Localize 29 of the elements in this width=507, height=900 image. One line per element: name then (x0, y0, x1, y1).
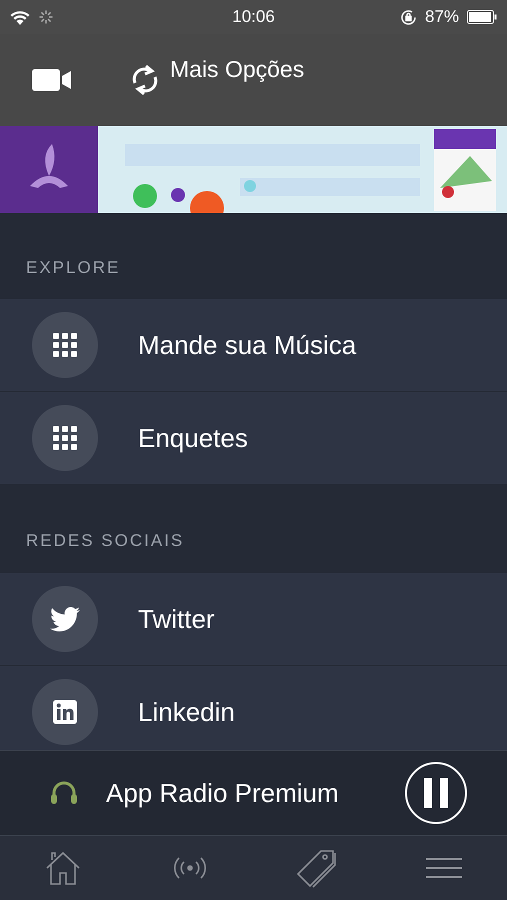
menu-item[interactable]: Twitter (0, 573, 507, 666)
pause-icon (424, 778, 448, 808)
battery-icon (467, 10, 498, 24)
menu-item-label: Enquetes (138, 422, 248, 454)
battery-percent: 87% (424, 7, 460, 27)
header-title: Mais Opções (170, 56, 304, 82)
tag-icon (296, 847, 338, 889)
menu-item[interactable]: Enquetes (0, 392, 507, 485)
menu-item[interactable]: Linkedin (0, 666, 507, 750)
wifi-icon (10, 10, 30, 24)
menu-item-label: Twitter (138, 604, 215, 634)
menu-item[interactable]: Mande sua Música (0, 299, 507, 392)
square-icon (53, 700, 77, 724)
home-icon (45, 850, 82, 886)
headphones-icon (50, 780, 78, 806)
section-heading: REDES SOCIAIS (26, 531, 184, 551)
spinner-icon (38, 9, 54, 25)
pause-button[interactable] (405, 762, 467, 824)
menu-item-label: Linkedin (138, 696, 235, 728)
station-name: App Radio Premium (106, 778, 340, 808)
grid-icon (53, 333, 77, 357)
rotation-lock-icon (400, 8, 417, 26)
section-heading: EXPLORE (26, 258, 120, 278)
grid-icon (53, 426, 77, 450)
menu-icon (424, 856, 463, 880)
bird-icon (50, 606, 80, 632)
menu-item-label: Mande sua Música (138, 330, 356, 360)
status-time: 10:06 (232, 7, 275, 27)
video-camera-icon[interactable] (32, 68, 72, 92)
